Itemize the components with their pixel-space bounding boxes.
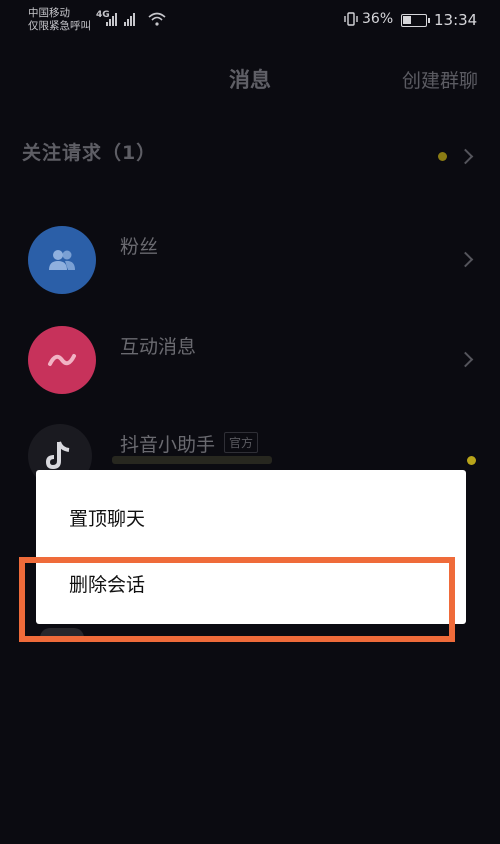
- chevron-right-icon: [457, 251, 474, 268]
- official-badge: 官方: [224, 432, 259, 453]
- chevron-right-icon: [457, 351, 474, 368]
- follow-requests-label: 关注请求（1）: [22, 142, 157, 164]
- fans-label: 粉丝: [120, 236, 159, 258]
- clock: 13:34: [434, 11, 478, 29]
- status-bar: 中国移动 仅限紧急呼叫 4G 36% 13:34: [0, 0, 500, 44]
- emergency-text: 仅限紧急呼叫: [28, 20, 91, 32]
- create-group-button[interactable]: 创建群聊: [402, 66, 478, 93]
- carrier-info: 中国移动 仅限紧急呼叫: [28, 7, 91, 33]
- interactions-label: 互动消息: [120, 336, 197, 358]
- delete-conversation-menu-item[interactable]: 删除会话: [36, 550, 466, 616]
- vibrate-icon: [344, 12, 358, 26]
- context-menu: 置顶聊天 删除会话: [36, 470, 466, 624]
- fans-icon: [28, 226, 96, 294]
- avatar: [40, 628, 84, 638]
- wifi-icon: [148, 12, 166, 26]
- unread-dot: [438, 152, 447, 161]
- list-item-interactions[interactable]: 互动消息: [0, 326, 500, 422]
- signal-icon: [106, 12, 117, 26]
- battery-percent: 36%: [362, 11, 394, 27]
- list-item-fans[interactable]: 粉丝: [0, 226, 500, 322]
- douyin-assistant-label: 抖音小助手: [120, 434, 216, 456]
- chevron-right-icon: [457, 148, 474, 165]
- battery-icon: [401, 14, 430, 27]
- pin-chat-menu-item[interactable]: 置顶聊天: [36, 484, 466, 550]
- signal-icon-2: [124, 12, 135, 26]
- carrier-name: 中国移动: [28, 7, 70, 19]
- message-preview: [112, 456, 272, 464]
- interaction-icon: [28, 326, 96, 394]
- battery-fill: [403, 16, 411, 24]
- follow-requests-row[interactable]: 关注请求（1）: [0, 130, 500, 180]
- unread-dot: [467, 456, 476, 465]
